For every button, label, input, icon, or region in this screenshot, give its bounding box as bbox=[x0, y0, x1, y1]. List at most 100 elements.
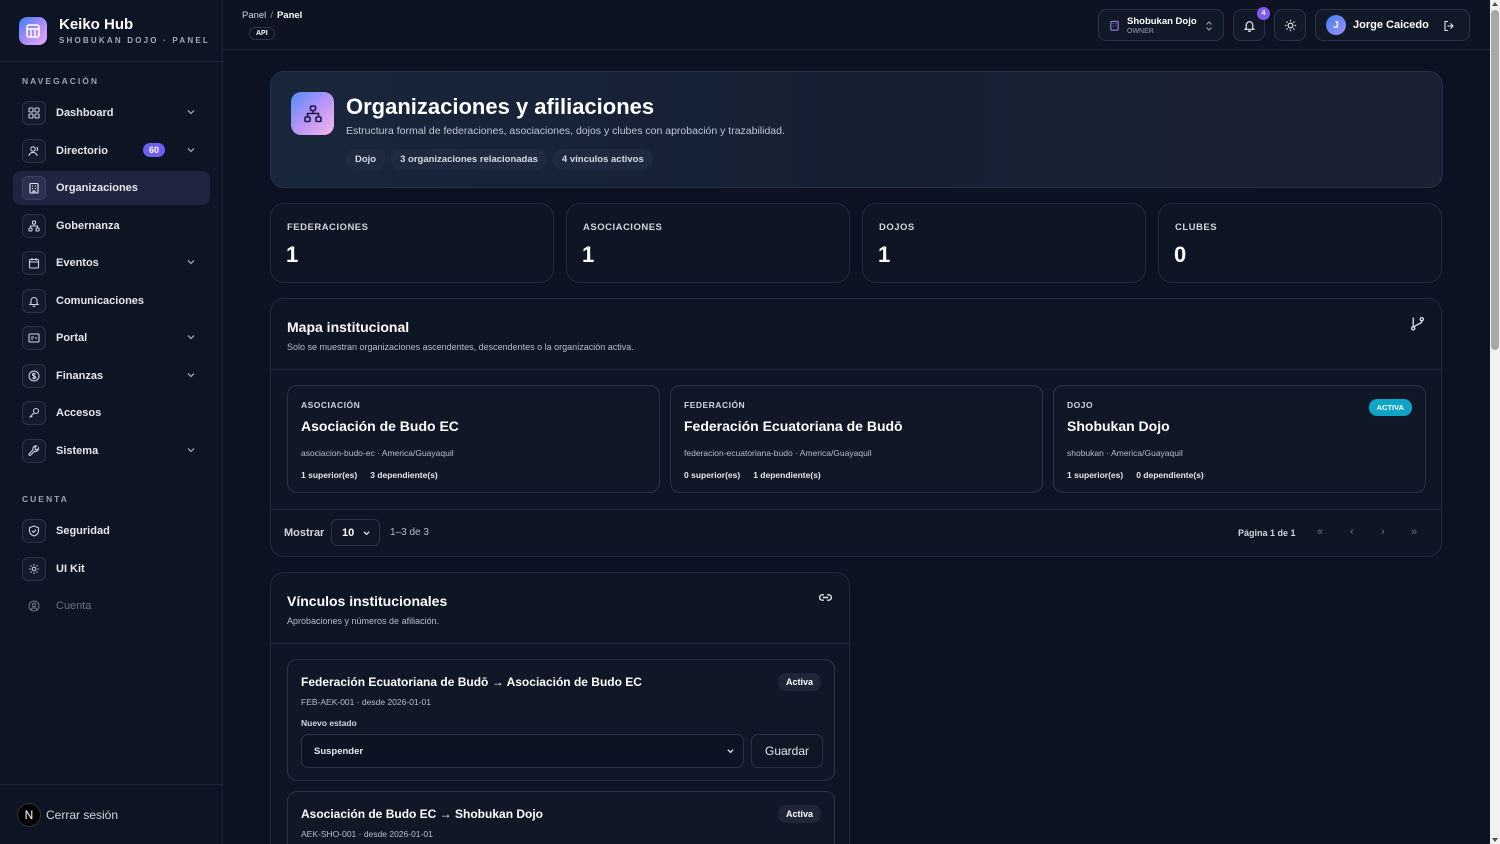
building-icon bbox=[22, 176, 46, 200]
tenant-name: Shobukan Dojo bbox=[1127, 15, 1197, 27]
breadcrumb-separator: / bbox=[270, 10, 273, 21]
summary-tags: Dojo 3 organizaciones relacionadas 4 vín… bbox=[346, 149, 653, 170]
new-status-select[interactable]: Suspender bbox=[301, 734, 744, 768]
org-dependents: 3 dependiente(s) bbox=[370, 470, 438, 480]
logout-icon[interactable] bbox=[1443, 20, 1455, 32]
notification-count-badge: 4 bbox=[1257, 7, 1270, 20]
breadcrumb-current: Panel bbox=[276, 10, 303, 21]
shield-icon bbox=[22, 519, 46, 543]
chevron-down-icon[interactable] bbox=[186, 445, 196, 455]
stat-label: DOJOS bbox=[879, 222, 915, 233]
chevron-down-icon[interactable] bbox=[186, 370, 196, 380]
organization-tree-icon bbox=[291, 92, 334, 135]
org-card-federacion[interactable]: FEDERACIÓN Federación Ecuatoriana de Bud… bbox=[670, 385, 1043, 493]
link-card: Federación Ecuatoriana de Budō → Asociac… bbox=[287, 659, 835, 781]
sidebar-item-accesos[interactable]: Accesos bbox=[13, 396, 210, 430]
sidebar: Keiko Hub SHOBUKAN DOJO · PANEL NAVEGACI… bbox=[0, 0, 223, 844]
next-page-button[interactable]: › bbox=[1381, 526, 1385, 538]
org-relations: 1 superior(es) 3 dependiente(s) bbox=[301, 470, 438, 480]
page-size-label: Mostrar bbox=[284, 527, 325, 539]
dollar-icon bbox=[22, 364, 46, 388]
sidebar-item-dashboard[interactable]: Dashboard bbox=[13, 96, 210, 130]
sidebar-item-finanzas[interactable]: Finanzas bbox=[13, 359, 210, 393]
panel-title: Mapa institucional bbox=[287, 319, 410, 335]
user-name: Jorge Caicedo bbox=[1353, 19, 1429, 31]
institutional-links-panel: Vínculos institucionales Aprobaciones y … bbox=[270, 572, 850, 844]
org-type: ASOCIACIÓN bbox=[301, 400, 361, 410]
tenant-switcher[interactable]: Shobukan Dojo OWNER bbox=[1098, 9, 1224, 41]
api-badge: API bbox=[249, 27, 275, 40]
notifications-button[interactable]: 4 bbox=[1233, 7, 1270, 41]
user-menu[interactable]: J Jorge Caicedo bbox=[1315, 9, 1470, 41]
org-name: Federación Ecuatoriana de Budō bbox=[684, 418, 903, 434]
hierarchy-icon bbox=[22, 214, 46, 238]
page-header-card: Organizaciones y afiliaciones Estructura… bbox=[270, 71, 1443, 188]
stat-value: 1 bbox=[878, 242, 891, 267]
branch-icon[interactable] bbox=[1410, 316, 1425, 331]
scroll-down-arrow[interactable] bbox=[1492, 838, 1498, 842]
sidebar-item-portal[interactable]: Portal bbox=[13, 321, 210, 355]
sidebar-item-organizaciones[interactable]: Organizaciones bbox=[13, 171, 210, 205]
org-relations: 1 superior(es) 0 dependiente(s) bbox=[1067, 470, 1204, 480]
sidebar-item-cuenta[interactable]: Cuenta bbox=[13, 589, 210, 623]
chevron-down-icon[interactable] bbox=[186, 257, 196, 267]
page-size-value: 10 bbox=[342, 526, 355, 539]
link-title: Asociación de Budo EC → Shobukan Dojo bbox=[301, 807, 544, 821]
chevron-down-icon[interactable] bbox=[186, 145, 196, 155]
panel-divider bbox=[271, 509, 1441, 510]
gear-icon bbox=[22, 557, 46, 581]
sidebar-item-label: Organizaciones bbox=[56, 182, 138, 194]
stat-value: 0 bbox=[1174, 242, 1187, 267]
org-dependents: 0 dependiente(s) bbox=[1136, 470, 1204, 480]
keiko-logo-icon bbox=[19, 16, 47, 45]
logout-button[interactable]: N Cerrar sesión bbox=[0, 784, 223, 844]
sidebar-item-label: Sistema bbox=[56, 445, 99, 457]
sidebar-item-eventos[interactable]: Eventos bbox=[13, 246, 210, 280]
scrollbar-thumb[interactable] bbox=[1491, 10, 1499, 350]
institutional-map-panel: Mapa institucional Solo se muestran orga… bbox=[270, 298, 1442, 557]
bell-icon bbox=[22, 289, 46, 313]
sidebar-item-seguridad[interactable]: Seguridad bbox=[13, 514, 210, 548]
nav-section-label: NAVEGACIÓN bbox=[22, 76, 99, 86]
page-scrollbar[interactable] bbox=[1490, 0, 1500, 844]
panel-subtitle: Solo se muestran organizaciones ascenden… bbox=[287, 342, 634, 352]
link-icon[interactable] bbox=[818, 590, 833, 605]
sidebar-item-directorio[interactable]: Directorio 60 bbox=[13, 134, 210, 168]
chevron-down-icon[interactable] bbox=[186, 332, 196, 342]
sidebar-item-ui-kit[interactable]: UI Kit bbox=[13, 552, 210, 586]
first-page-button[interactable]: « bbox=[1317, 526, 1323, 538]
app-subtitle: SHOBUKAN DOJO · PANEL bbox=[59, 36, 210, 45]
panel-divider bbox=[271, 369, 1441, 370]
directory-count-badge: 60 bbox=[143, 143, 166, 157]
prev-page-button[interactable]: ‹ bbox=[1350, 526, 1354, 538]
brand[interactable]: Keiko Hub SHOBUKAN DOJO · PANEL bbox=[0, 0, 222, 62]
stat-card-federaciones: FEDERACIONES 1 bbox=[270, 203, 554, 283]
stat-card-asociaciones: ASOCIACIONES 1 bbox=[566, 203, 850, 283]
sidebar-item-label: Accesos bbox=[56, 407, 102, 419]
page-size-select[interactable]: 10 bbox=[331, 519, 380, 546]
org-card-asociacion[interactable]: ASOCIACIÓN Asociación de Budo EC asociac… bbox=[287, 385, 660, 493]
org-type: FEDERACIÓN bbox=[684, 400, 746, 410]
page-title: Organizaciones y afiliaciones bbox=[346, 94, 655, 119]
tag-org-type: Dojo bbox=[346, 149, 386, 170]
chevron-down-icon[interactable] bbox=[186, 107, 196, 117]
theme-toggle-button[interactable] bbox=[1274, 9, 1306, 41]
org-card-dojo[interactable]: DOJO ACTIVA Shobukan Dojo shobukan · Ame… bbox=[1053, 385, 1426, 493]
account-section-label: CUENTA bbox=[22, 494, 69, 504]
sidebar-item-comunicaciones[interactable]: Comunicaciones bbox=[13, 284, 210, 318]
logout-label: Cerrar sesión bbox=[46, 807, 119, 822]
stat-label: ASOCIACIONES bbox=[583, 222, 663, 233]
sidebar-item-sistema[interactable]: Sistema bbox=[13, 434, 210, 468]
breadcrumb-link[interactable]: Panel bbox=[242, 10, 266, 21]
scroll-up-arrow[interactable] bbox=[1492, 2, 1498, 6]
save-button[interactable]: Guardar bbox=[751, 734, 823, 768]
stat-card-dojos: DOJOS 1 bbox=[862, 203, 1146, 283]
link-meta: FEB-AEK-001 · desde 2026-01-01 bbox=[301, 697, 431, 707]
sidebar-item-gobernanza[interactable]: Gobernanza bbox=[13, 209, 210, 243]
last-page-button[interactable]: » bbox=[1411, 526, 1417, 538]
status-badge: ACTIVA bbox=[1368, 399, 1412, 416]
user-avatar: J bbox=[1326, 15, 1346, 35]
sun-icon bbox=[1284, 19, 1296, 31]
bell-icon bbox=[1243, 20, 1255, 32]
stat-value: 1 bbox=[582, 242, 595, 267]
